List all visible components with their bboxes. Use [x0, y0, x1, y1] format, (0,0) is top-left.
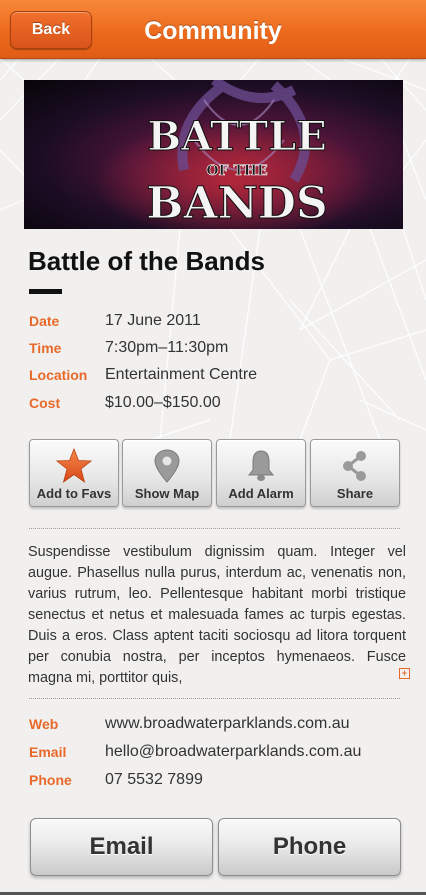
action-label: Add to Favs [36, 486, 112, 501]
divider [29, 698, 400, 699]
action-label: Add Alarm [228, 486, 294, 501]
star-icon [30, 448, 118, 483]
email-link[interactable]: hello@broadwaterparklands.com.au [105, 741, 361, 763]
event-title: Battle of the Bands [28, 246, 265, 276]
banner-text-battle: BATTLE [147, 113, 326, 160]
detail-value: 17 June 2011 [105, 312, 201, 329]
web-link[interactable]: www.broadwaterparklands.com.au [105, 713, 350, 735]
email-button[interactable]: Email [30, 818, 213, 876]
detail-label: Time [29, 340, 62, 356]
phone-link[interactable]: 07 5532 7899 [105, 769, 203, 791]
contact-label: Email [29, 744, 67, 760]
add-to-favs-button[interactable]: Add to Favs [29, 439, 119, 507]
bell-icon [217, 448, 305, 482]
share-icon [311, 448, 399, 482]
show-map-button[interactable]: Show Map [122, 439, 212, 507]
expand-plus-icon[interactable]: + [399, 668, 410, 679]
contact-label: Phone [29, 772, 72, 788]
action-label: Show Map [134, 486, 200, 501]
event-description: Suspendisse vestibulum dignissim quam. I… [28, 544, 406, 686]
banner-text-ofthe: OF THE [206, 163, 267, 179]
banner-artwork: BATTLE OF THE BANDS [94, 80, 374, 229]
detail-label: Date [29, 313, 60, 329]
page-title: Community [144, 17, 282, 45]
detail-label: Cost [29, 395, 61, 411]
detail-label: Location [29, 367, 88, 383]
map-pin-icon [123, 448, 211, 483]
phone-button[interactable]: Phone [218, 818, 401, 876]
title-underline [29, 289, 62, 294]
add-alarm-button[interactable]: Add Alarm [216, 439, 306, 507]
contact-label: Web [29, 716, 59, 732]
banner-text-bands: BANDS [146, 178, 327, 229]
action-label: Share [336, 486, 374, 501]
share-button[interactable]: Share [310, 439, 400, 507]
detail-value: 7:30pm–11:30pm [105, 339, 229, 356]
detail-value: Entertainment Centre [105, 366, 258, 383]
nav-header: Back Community [0, 0, 426, 59]
detail-value: $10.00–$150.00 [105, 394, 221, 411]
event-banner-image: BATTLE OF THE BANDS [24, 80, 403, 229]
divider [29, 528, 400, 529]
